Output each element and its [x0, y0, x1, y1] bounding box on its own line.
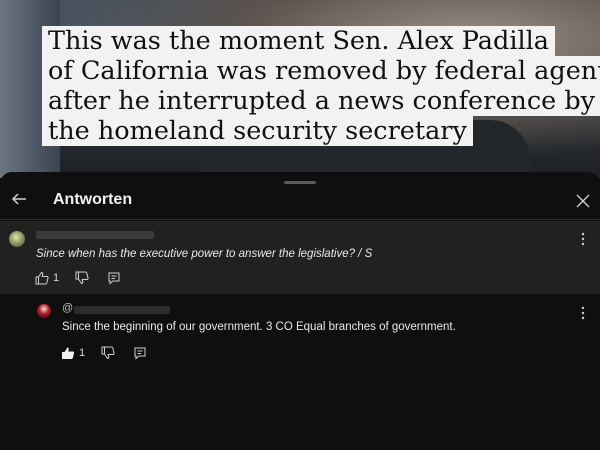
more-options-icon[interactable] [581, 232, 585, 246]
divider [0, 219, 600, 220]
avatar[interactable] [37, 304, 51, 318]
caption-line: of California was removed by federal age… [42, 56, 600, 86]
video-caption: This was the moment Sen. Alex Padilla of… [42, 26, 600, 146]
more-options-icon[interactable] [581, 306, 585, 320]
thumbs-up-icon[interactable] [35, 271, 49, 285]
comment: Since when has the executive power to an… [0, 221, 600, 294]
thumbs-up-filled-icon[interactable] [61, 346, 75, 360]
panel-title: Antworten [53, 191, 133, 208]
caption-line: after he interrupted a news conference b… [42, 86, 600, 116]
like-count: 1 [53, 272, 60, 284]
redacted-username[interactable] [36, 231, 154, 239]
thumbs-down-icon[interactable] [101, 346, 115, 360]
replies-panel: Antworten Since when has the executive p… [0, 172, 600, 450]
close-icon[interactable] [575, 193, 591, 209]
reply-icon[interactable] [107, 271, 121, 285]
comment-text: Since when has the executive power to an… [36, 248, 373, 260]
comment-actions: 1 [61, 345, 147, 361]
drag-handle[interactable] [284, 181, 316, 184]
caption-line: the homeland security secretary [42, 116, 473, 146]
comment-actions: 1 [35, 270, 121, 286]
arrow-left-icon[interactable] [10, 190, 28, 208]
reply-icon[interactable] [133, 346, 147, 360]
caption-line: This was the moment Sen. Alex Padilla [42, 26, 555, 56]
panel-header: Antworten [0, 186, 600, 220]
username-prefix: @ [62, 302, 74, 314]
comment-text: Since the beginning of our government. 3… [62, 321, 456, 333]
comment: @ Since the beginning of our government.… [0, 294, 600, 450]
thumbs-down-icon[interactable] [75, 271, 89, 285]
like-count: 1 [79, 347, 86, 359]
redacted-username[interactable] [74, 306, 170, 314]
video-player[interactable]: This was the moment Sen. Alex Padilla of… [0, 0, 600, 178]
avatar[interactable] [9, 231, 25, 247]
